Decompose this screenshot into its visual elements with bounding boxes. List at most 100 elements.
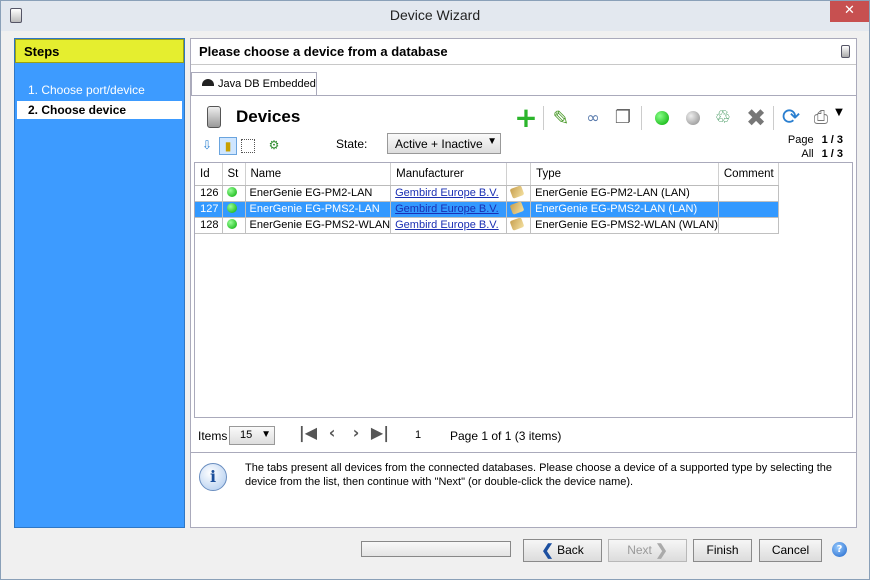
- state-dropdown[interactable]: Active + Inactive ▼: [387, 133, 501, 154]
- manufacturer-link[interactable]: Gembird Europe B.V.: [395, 203, 499, 215]
- cell-status: [222, 185, 246, 202]
- all-label: All: [801, 148, 814, 160]
- cell-manufacturer: Gembird Europe B.V.: [390, 185, 508, 202]
- devices-title: Devices: [236, 107, 301, 126]
- column-header-status[interactable]: St: [222, 163, 246, 186]
- table-row[interactable]: 126 EnerGenie EG-PM2-LAN Gembird Europe …: [195, 185, 779, 202]
- cell-manufacturer: Gembird Europe B.V.: [390, 201, 508, 218]
- recycle-bin-icon[interactable]: ♲: [711, 106, 735, 130]
- deactivate-icon[interactable]: [686, 111, 700, 125]
- items-value: 15: [240, 429, 253, 441]
- cell-type: EnerGenie EG-PMS2-LAN (LAN): [530, 201, 719, 218]
- window-title: Device Wizard: [389, 7, 481, 23]
- column-header-comment[interactable]: Comment: [718, 163, 779, 186]
- help-icon[interactable]: ?: [832, 542, 847, 557]
- page-title: Please choose a device from a database: [191, 39, 856, 65]
- items-per-page-dropdown[interactable]: 15 ▼: [229, 426, 275, 445]
- back-button[interactable]: ❮ Back: [523, 539, 602, 562]
- select-none-icon[interactable]: [241, 139, 255, 153]
- cell-comment: [718, 185, 779, 202]
- cell-type: EnerGenie EG-PMS2-WLAN (WLAN): [530, 217, 719, 234]
- state-label: State:: [336, 137, 368, 151]
- main-panel: Please choose a device from a database J…: [190, 38, 857, 528]
- step-choose-port: 1. Choose port/device: [28, 83, 145, 97]
- first-page-icon[interactable]: |◀: [298, 423, 318, 442]
- table-row[interactable]: 128 EnerGenie EG-PMS2-WLAN Gembird Europ…: [195, 217, 779, 234]
- steps-header: Steps: [15, 39, 184, 63]
- table-row[interactable]: 127 EnerGenie EG-PMS2-LAN Gembird Europe…: [195, 201, 779, 218]
- cell-name: EnerGenie EG-PMS2-WLAN: [245, 217, 392, 234]
- activate-icon[interactable]: [655, 111, 669, 125]
- select-all-icon[interactable]: ▮: [219, 137, 237, 155]
- next-label: Next: [627, 543, 652, 557]
- cell-icon: [506, 185, 532, 202]
- status-active-icon: [226, 203, 237, 213]
- tab-java-db-embedded[interactable]: Java DB Embedded: [191, 72, 317, 96]
- status-active-icon: [226, 219, 237, 229]
- cell-status: [222, 201, 246, 218]
- hat-icon: [202, 79, 214, 86]
- device-wizard-window: Device Wizard ✕ Steps 1. Choose port/dev…: [0, 0, 870, 580]
- column-header-icon[interactable]: [506, 163, 532, 186]
- close-button[interactable]: ✕: [830, 1, 869, 22]
- add-selection-icon[interactable]: ⇩: [198, 137, 216, 155]
- chevron-right-icon: ❯: [655, 542, 668, 559]
- manufacturer-link[interactable]: Gembird Europe B.V.: [395, 187, 499, 199]
- add-icon[interactable]: +: [514, 104, 538, 132]
- delete-icon[interactable]: ✖: [744, 106, 768, 130]
- chevron-down-icon[interactable]: ▼: [833, 106, 845, 130]
- step-choose-device: 2. Choose device: [17, 101, 182, 119]
- cell-comment: [718, 201, 779, 218]
- info-text: The tabs present all devices from the co…: [245, 462, 833, 488]
- info-icon: i: [199, 463, 227, 491]
- edit-pencil-icon[interactable]: ✎: [549, 106, 573, 130]
- chevron-down-icon: ▼: [487, 136, 497, 147]
- toolbar-separator: [543, 106, 544, 130]
- copy-icon[interactable]: ❐: [611, 106, 635, 130]
- cell-id: 128: [195, 217, 223, 234]
- column-header-type[interactable]: Type: [530, 163, 719, 186]
- chevron-left-icon: ❮: [541, 542, 554, 559]
- column-header-manufacturer[interactable]: Manufacturer: [390, 163, 508, 186]
- devices-table: Id St Name Manufacturer Type Comment 126: [194, 162, 853, 418]
- column-header-id[interactable]: Id: [195, 163, 223, 186]
- select-special-icon[interactable]: ⚙: [265, 137, 283, 155]
- finish-button[interactable]: Finish: [693, 539, 752, 562]
- progress-bar: [361, 541, 511, 557]
- page-info: Page 1 of 1 (3 items): [450, 429, 562, 443]
- printer-icon[interactable]: ⎙: [809, 106, 833, 130]
- devices-grid: Id St Name Manufacturer Type Comment 126: [195, 163, 779, 234]
- device-icon: [841, 45, 850, 58]
- steps-panel: Steps 1. Choose port/device 2. Choose de…: [14, 38, 185, 528]
- cancel-button[interactable]: Cancel: [759, 539, 822, 562]
- cell-name: EnerGenie EG-PM2-LAN: [245, 185, 392, 202]
- last-page-icon[interactable]: ▶|: [370, 423, 390, 442]
- manufacturer-link[interactable]: Gembird Europe B.V.: [395, 219, 499, 231]
- chevron-down-icon: ▼: [261, 429, 271, 440]
- state-value: Active + Inactive: [395, 137, 483, 151]
- previous-page-icon[interactable]: ‹: [322, 423, 342, 442]
- phone-icon: [207, 106, 221, 128]
- next-page-icon[interactable]: ›: [346, 423, 366, 442]
- all-value: 1 / 3: [821, 148, 843, 160]
- handshake-icon: [509, 217, 525, 231]
- next-button[interactable]: Next ❯: [608, 539, 687, 562]
- items-label: Items: [198, 429, 228, 443]
- cell-name: EnerGenie EG-PMS2-LAN: [245, 201, 392, 218]
- toolbar-separator: [641, 106, 642, 130]
- cell-id: 126: [195, 185, 223, 202]
- column-header-name[interactable]: Name: [245, 163, 392, 186]
- cell-status: [222, 217, 246, 234]
- page-indicator: Page 1 / 3: [779, 134, 843, 146]
- table-header-row: Id St Name Manufacturer Type Comment: [195, 163, 779, 186]
- cell-manufacturer: Gembird Europe B.V.: [390, 217, 508, 234]
- cell-comment: [718, 217, 779, 234]
- pager-bar: Items 15 ▼ |◀ ‹ › ▶| 1 Page 1 of 1 (3 it…: [194, 419, 853, 449]
- tab-label: Java DB Embedded: [218, 78, 316, 90]
- cell-icon: [506, 201, 532, 218]
- cell-id: 127: [195, 201, 223, 218]
- cell-icon: [506, 217, 532, 234]
- refresh-icon[interactable]: ⟳: [779, 106, 803, 130]
- link-icon[interactable]: ∞: [581, 106, 605, 130]
- all-indicator: All 1 / 3: [779, 148, 843, 160]
